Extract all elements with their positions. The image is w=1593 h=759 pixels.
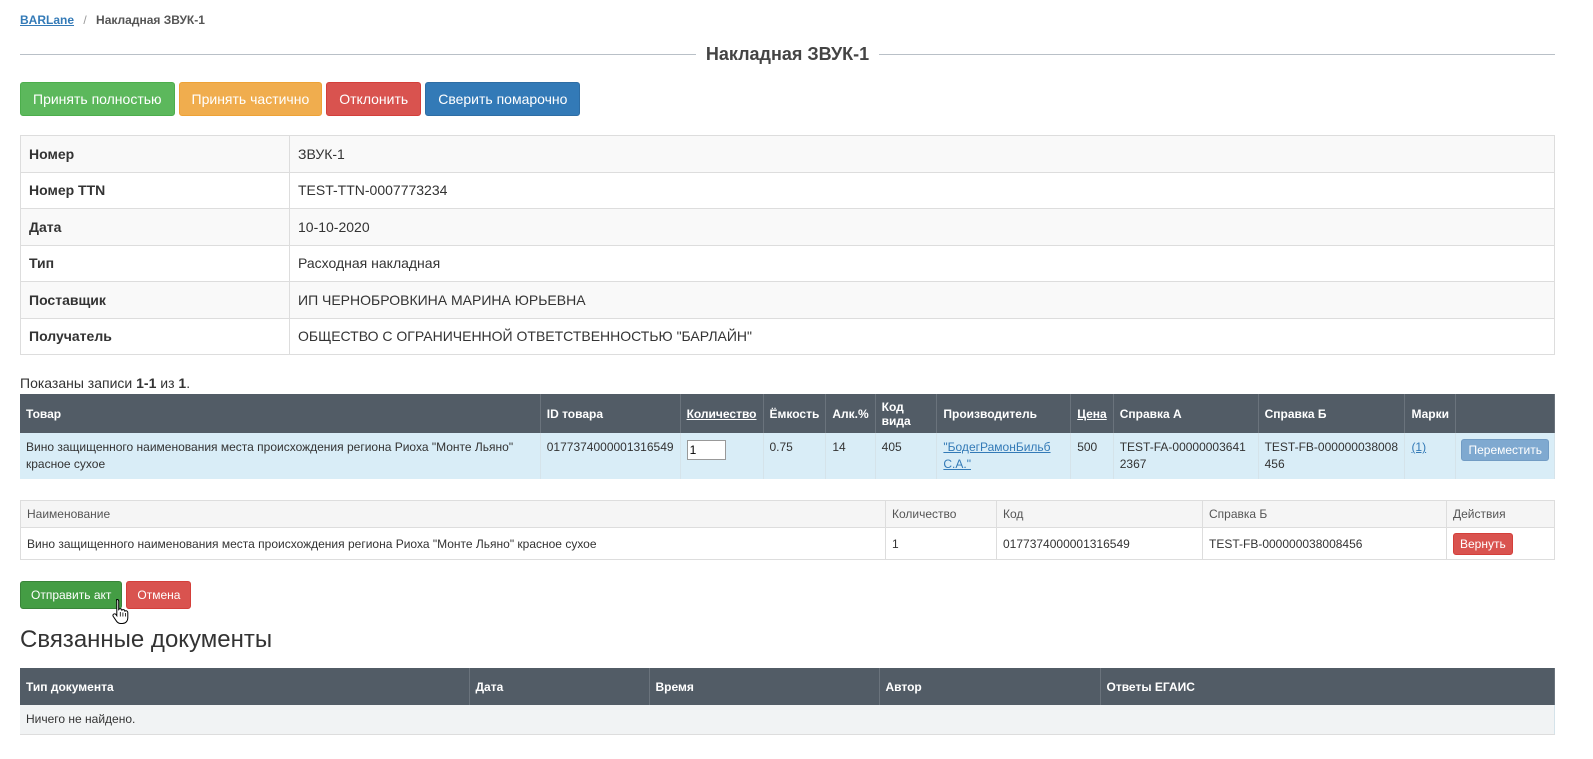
quantity-input[interactable]: [686, 440, 726, 460]
item-marks-cell: (1): [1404, 433, 1457, 479]
detail-key: Поставщик: [20, 281, 290, 319]
summary-prefix: Показаны записи: [20, 375, 137, 391]
act-code: 0177374000001316549: [996, 527, 1203, 560]
act-actions-cell: Вернуть: [1446, 527, 1555, 560]
col-producer: Производитель: [936, 394, 1072, 433]
col-kind-code: Код вида: [875, 394, 938, 433]
title-divider-right: [879, 54, 1555, 55]
act-table-header: Наименование Количество Код Справка Б Де…: [20, 500, 1555, 528]
detail-key: Номер TTN: [20, 171, 290, 209]
marks-link[interactable]: (1): [1411, 440, 1426, 454]
col-marks: Марки: [1404, 394, 1457, 433]
detail-key: Тип: [20, 244, 290, 282]
act-col-actions: Действия: [1446, 500, 1555, 528]
summary-range: 1-1: [136, 375, 157, 391]
col-quantity[interactable]: Количество: [680, 394, 764, 433]
cancel-button[interactable]: Отмена: [126, 581, 192, 609]
move-button[interactable]: Переместить: [1461, 439, 1549, 461]
reject-button[interactable]: Отклонить: [326, 82, 422, 116]
col-price[interactable]: Цена: [1070, 394, 1114, 433]
page: BARLane / Накладная ЗВУК-1 Накладная ЗВУ…: [0, 0, 1593, 735]
detail-key: Получатель: [20, 317, 290, 355]
col-alc: Алк.%: [825, 394, 876, 433]
rel-col-egais: Ответы ЕГАИС: [1100, 668, 1555, 705]
detail-value: 10-10-2020: [289, 208, 1555, 246]
detail-value: ЗВУК-1: [289, 135, 1555, 173]
act-buttons: Отправить акт Отмена: [20, 581, 1555, 609]
page-title-row: Накладная ЗВУК-1: [20, 41, 1555, 68]
detail-row: Получатель ОБЩЕСТВО С ОГРАНИЧЕННОЙ ОТВЕТ…: [20, 317, 1555, 355]
send-act-button[interactable]: Отправить акт: [20, 581, 123, 609]
invoice-details-table: Номер ЗВУК-1 Номер TTN TEST-TTN-00077732…: [20, 135, 1555, 355]
col-price-sort-link[interactable]: Цена: [1077, 407, 1107, 421]
accept-full-button[interactable]: Принять полностью: [20, 82, 175, 116]
col-product: Товар: [20, 394, 541, 433]
table-row: Вино защищенного наименования места прои…: [20, 527, 1555, 560]
col-product-id: ID товара: [540, 394, 681, 433]
act-col-quantity: Количество: [885, 500, 997, 528]
col-quantity-sort-link[interactable]: Количество: [687, 407, 757, 421]
table-row: Вино защищенного наименования места прои…: [20, 433, 1555, 479]
item-product: Вино защищенного наименования места прои…: [20, 433, 541, 479]
item-price: 500: [1070, 433, 1114, 479]
producer-link[interactable]: "БодегРамонБильб С.А.": [943, 440, 1050, 471]
act-col-code: Код: [996, 500, 1203, 528]
act-name: Вино защищенного наименования места прои…: [20, 527, 886, 560]
detail-value: ОБЩЕСТВО С ОГРАНИЧЕННОЙ ОТВЕТСТВЕННОСТЬЮ…: [289, 317, 1555, 355]
rel-col-time: Время: [649, 668, 880, 705]
col-ref-a: Справка А: [1113, 394, 1259, 433]
col-capacity: Ёмкость: [763, 394, 827, 433]
detail-row: Тип Расходная накладная: [20, 244, 1555, 282]
item-alc: 14: [825, 433, 876, 479]
item-quantity-cell: [680, 433, 764, 479]
detail-value: Расходная накладная: [289, 244, 1555, 282]
accept-partial-button[interactable]: Принять частично: [178, 82, 323, 116]
col-ref-b: Справка Б: [1258, 394, 1406, 433]
invoice-actions: Принять полностью Принять частично Откло…: [20, 82, 1555, 116]
act-table: Наименование Количество Код Справка Б Де…: [20, 500, 1555, 560]
item-actions-cell: Переместить: [1455, 433, 1555, 479]
item-product-id: 0177374000001316549: [540, 433, 681, 479]
act-ref-b: TEST-FB-000000038008456: [1202, 527, 1447, 560]
rel-col-date: Дата: [469, 668, 650, 705]
act-col-name: Наименование: [20, 500, 886, 528]
col-actions: [1455, 394, 1555, 433]
item-producer-cell: "БодегРамонБильб С.А.": [936, 433, 1072, 479]
related-documents-heading: Связанные документы: [20, 626, 273, 653]
table-row: Ничего не найдено.: [20, 705, 1555, 735]
reconcile-button[interactable]: Сверить помарочно: [425, 82, 581, 116]
breadcrumb-home-link[interactable]: BARLane: [20, 13, 74, 27]
page-title: Накладная ЗВУК-1: [705, 44, 870, 64]
detail-row: Поставщик ИП ЧЕРНОБРОВКИНА МАРИНА ЮРЬЕВН…: [20, 281, 1555, 319]
breadcrumb-current: Накладная ЗВУК-1: [96, 13, 205, 27]
item-capacity: 0.75: [763, 433, 827, 479]
detail-key: Дата: [20, 208, 290, 246]
detail-key: Номер: [20, 135, 290, 173]
detail-row: Номер ЗВУК-1: [20, 135, 1555, 173]
item-ref-b: TEST-FB-000000038008456: [1258, 433, 1406, 479]
items-table: Товар ID товара Количество Ёмкость Алк.%…: [20, 394, 1555, 479]
items-table-header: Товар ID товара Количество Ёмкость Алк.%…: [20, 394, 1555, 433]
item-ref-a: TEST-FA-000000036412367: [1113, 433, 1259, 479]
related-documents-table: Тип документа Дата Время Автор Ответы ЕГ…: [20, 668, 1555, 735]
act-quantity: 1: [885, 527, 997, 560]
breadcrumb: BARLane / Накладная ЗВУК-1: [20, 0, 1555, 41]
rel-col-author: Автор: [879, 668, 1101, 705]
detail-row: Номер TTN TEST-TTN-0007773234: [20, 171, 1555, 209]
summary-middle: из: [156, 375, 179, 391]
item-kind-code: 405: [875, 433, 938, 479]
title-divider-left: [20, 54, 696, 55]
detail-value: ИП ЧЕРНОБРОВКИНА МАРИНА ЮРЬЕВНА: [289, 281, 1555, 319]
act-col-ref-b: Справка Б: [1202, 500, 1447, 528]
detail-value: TEST-TTN-0007773234: [289, 171, 1555, 209]
empty-message: Ничего не найдено.: [20, 705, 1555, 735]
records-summary: Показаны записи 1-1 из 1.: [20, 375, 1555, 394]
detail-row: Дата 10-10-2020: [20, 208, 1555, 246]
summary-suffix: .: [186, 375, 191, 391]
return-button[interactable]: Вернуть: [1453, 532, 1513, 555]
rel-col-doc-type: Тип документа: [20, 668, 470, 705]
related-table-header: Тип документа Дата Время Автор Ответы ЕГ…: [20, 668, 1555, 705]
breadcrumb-separator: /: [83, 13, 87, 27]
